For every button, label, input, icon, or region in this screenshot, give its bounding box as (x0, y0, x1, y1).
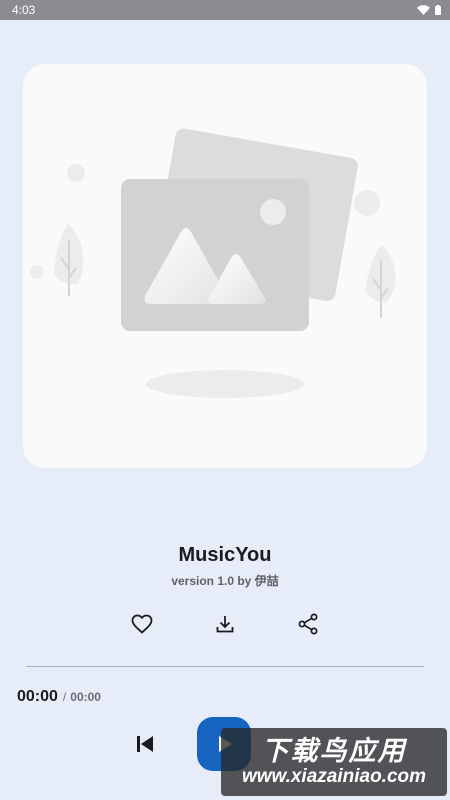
progress-bar[interactable] (26, 666, 424, 667)
download-icon (216, 616, 234, 633)
track-title: MusicYou (178, 544, 272, 566)
time-separator: / (62, 690, 67, 704)
time-display: 00:00 / 00:00 (17, 688, 101, 706)
status-icons (417, 5, 441, 15)
watermark: 下载鸟应用 www.xiazainiao.com (221, 728, 447, 796)
favorite-button[interactable] (124, 606, 160, 642)
current-time: 00:00 (17, 688, 58, 705)
share-icon (298, 613, 318, 635)
battery-icon (435, 5, 441, 15)
share-button[interactable] (290, 606, 326, 642)
watermark-text: 下载鸟应用 (261, 736, 407, 766)
download-button[interactable] (207, 606, 243, 642)
previous-button[interactable] (128, 727, 162, 761)
watermark-url: www.xiazainiao.com (241, 766, 427, 787)
status-bar: 4:03 (0, 0, 450, 20)
heart-icon (131, 614, 153, 634)
wifi-icon (417, 5, 430, 15)
image-placeholder-icon (30, 128, 396, 398)
status-time: 4:03 (12, 3, 36, 17)
skip-previous-icon (137, 736, 153, 752)
track-subtitle: version 1.0 by 伊喆 (171, 574, 279, 588)
total-time: 00:00 (70, 690, 101, 704)
album-art-card (23, 64, 427, 468)
